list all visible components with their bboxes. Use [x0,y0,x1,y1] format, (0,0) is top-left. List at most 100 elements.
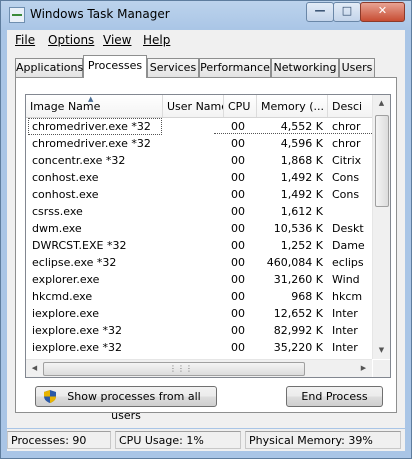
list-header: ▲ Image Name User Name CPU Memory (... D… [26,95,372,118]
process-user [163,322,223,339]
scroll-down-icon[interactable]: ▼ [373,342,390,359]
vertical-scroll-thumb[interactable] [375,115,389,207]
process-cpu: 00 [231,307,245,320]
process-user [163,135,223,152]
process-list[interactable]: ▲ Image Name User Name CPU Memory (... D… [25,94,391,378]
column-description[interactable]: Desci [328,95,372,117]
scroll-right-icon[interactable]: ▶ [355,360,372,377]
table-row[interactable]: conhost.exe 00 1,492 K Cons [26,186,372,203]
process-name: csrss.exe [32,205,83,218]
column-user-name[interactable]: User Name [163,95,224,117]
process-description: chror [332,137,361,150]
table-row[interactable]: iexplore.exe *32 00 82,992 K Inter [26,322,372,339]
app-icon [9,7,25,23]
show-all-processes-button[interactable]: Show processes from all users [35,386,217,422]
horizontal-scroll-thumb[interactable]: ⋮⋮⋮ [43,362,305,376]
process-name: dwm.exe [32,222,82,235]
process-name: explorer.exe [32,273,100,286]
menu-file-label: File [15,33,36,47]
table-row[interactable]: iexplore.exe 00 12,652 K Inter [26,305,372,322]
process-user [163,339,223,356]
column-cpu[interactable]: CPU [224,95,257,117]
process-cpu: 00 [231,273,245,286]
menu-options[interactable]: Options [48,33,94,47]
menu-help[interactable]: Help [143,33,170,47]
process-cpu: 00 [231,205,245,218]
status-processes: Processes: 90 [7,431,111,449]
process-memory: 1,612 K [280,205,323,218]
process-memory: 10,536 K [273,222,323,235]
process-memory: 460,084 K [266,256,323,269]
process-name: eclipse.exe *32 [32,256,117,269]
status-bar: Processes: 90 CPU Usage: 1% Physical Mem… [7,429,405,451]
table-row[interactable]: eclipse.exe *32 00 460,084 K eclips [26,254,372,271]
table-row[interactable]: csrss.exe 00 1,612 K [26,203,372,220]
tab-services[interactable]: Services [147,58,199,77]
scrollbar-corner [373,360,390,377]
process-cpu: 00 [231,256,245,269]
process-user [163,203,223,220]
process-name: conhost.exe [32,188,99,201]
process-user [163,152,223,169]
table-row[interactable]: iexplore.exe *32 00 35,220 K Inter [26,339,372,356]
process-name: DWRCST.EXE *32 [32,239,127,252]
menu-bar: File Options View Help [7,30,405,50]
process-memory: 31,260 K [273,273,323,286]
process-cpu: 00 [231,120,245,133]
table-row[interactable]: dwm.exe 00 10,536 K Deskt [26,220,372,237]
process-description: Inter [332,324,358,337]
scroll-up-icon[interactable]: ▲ [373,95,390,112]
column-memory[interactable]: Memory (... [257,95,328,117]
table-row[interactable]: hkcmd.exe 00 968 K hkcm [26,288,372,305]
process-cpu: 00 [231,290,245,303]
scroll-left-icon[interactable]: ◀ [26,360,43,377]
menu-options-label: Options [48,33,95,47]
column-image-name[interactable]: ▲ Image Name [26,95,163,117]
process-memory: 35,220 K [273,341,323,354]
process-memory: 1,492 K [280,188,323,201]
minimize-button[interactable]: — [306,2,334,22]
maximize-button[interactable]: □ [333,2,361,22]
process-description: chror [332,120,361,133]
menu-file[interactable]: File [15,33,35,47]
table-row[interactable]: concentr.exe *32 00 1,868 K Citrix [26,152,372,169]
process-memory: 4,596 K [280,137,323,150]
table-row[interactable]: conhost.exe 00 1,492 K Cons [26,169,372,186]
tab-users[interactable]: Users [339,58,375,77]
process-name: chromedriver.exe *32 [28,118,162,135]
process-memory: 12,652 K [273,307,323,320]
table-row[interactable]: DWRCST.EXE *32 00 1,252 K Dame [26,237,372,254]
tab-networking[interactable]: Networking [271,58,339,77]
process-memory: 968 K [291,290,323,303]
process-description: Inter [332,307,358,320]
task-manager-window: Windows Task Manager — □ ✕ File Options … [0,0,412,459]
table-row[interactable]: explorer.exe 00 31,260 K Wind [26,271,372,288]
menu-view[interactable]: View [103,33,131,47]
tab-performance[interactable]: Performance [199,58,271,77]
process-memory: 82,992 K [273,324,323,337]
process-cpu: 00 [231,341,245,354]
process-user [163,118,223,135]
table-row[interactable]: chromedriver.exe *32 00 4,596 K chror [26,135,372,152]
tab-processes[interactable]: Processes [83,55,147,78]
tab-applications[interactable]: Applications [15,58,83,77]
process-name: iexplore.exe *32 [32,341,122,354]
process-cpu: 00 [231,188,245,201]
horizontal-scrollbar[interactable]: ◀ ⋮⋮⋮ ▶ [26,359,372,377]
process-user [163,288,223,305]
process-description: Deskt [332,222,364,235]
process-memory: 1,492 K [280,171,323,184]
show-all-processes-label: Show processes from all users [67,390,201,422]
window-title: Windows Task Manager [30,7,170,21]
vertical-scrollbar[interactable]: ▲ ▼ [372,95,390,359]
table-row[interactable]: chromedriver.exe *32 00 4,552 K chror [26,118,372,135]
process-name: iexplore.exe [32,307,99,320]
caption-buttons: — □ ✕ [306,2,405,22]
process-name: conhost.exe [32,171,99,184]
close-button[interactable]: ✕ [360,2,405,22]
end-process-button[interactable]: End Process [286,386,383,407]
process-name: concentr.exe *32 [32,154,126,167]
process-user [163,237,223,254]
title-bar[interactable]: Windows Task Manager — □ ✕ [1,1,411,29]
process-description: Inter [332,341,358,354]
